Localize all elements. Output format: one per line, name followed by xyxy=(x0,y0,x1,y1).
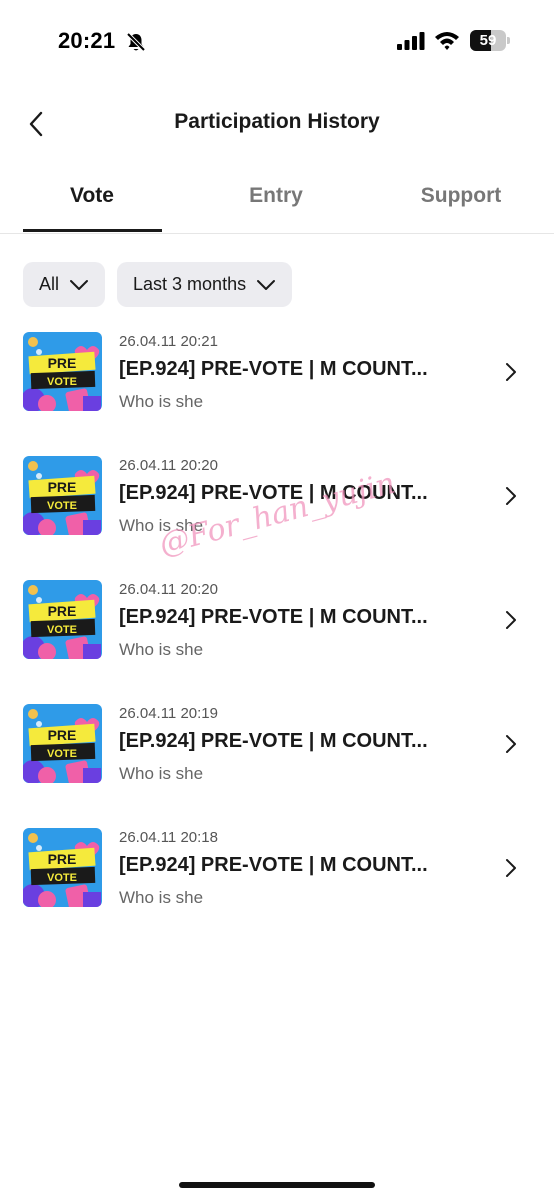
list-item[interactable]: PRE VOTE 26.04.11 20:19 [EP.924] PRE-VOTE… xyxy=(0,700,554,824)
pre-vote-thumbnail: PRE VOTE xyxy=(23,456,102,535)
pre-vote-artwork: PRE VOTE xyxy=(23,456,102,535)
type-filter-label: All xyxy=(39,274,60,294)
pre-vote-thumbnail: PRE VOTE xyxy=(23,332,102,411)
type-filter-dropdown[interactable]: All xyxy=(23,262,106,307)
pre-vote-artwork: PRE VOTE xyxy=(23,704,102,783)
pre-vote-artwork: PRE VOTE xyxy=(23,580,102,659)
tab-vote[interactable]: Vote xyxy=(0,184,184,208)
chevron-right-icon xyxy=(506,487,516,505)
item-subtitle: Who is she xyxy=(119,888,204,907)
chevron-down-icon xyxy=(70,279,89,290)
battery-level: 59 xyxy=(479,32,497,49)
item-title: [EP.924] PRE-VOTE | M COUNT... xyxy=(119,854,428,876)
tab-entry[interactable]: Entry xyxy=(184,184,368,208)
svg-text:PRE: PRE xyxy=(48,851,77,867)
svg-text:VOTE: VOTE xyxy=(47,376,77,388)
svg-text:VOTE: VOTE xyxy=(47,748,77,760)
history-list: PRE VOTE 26.04.11 20:21 [EP.924] PRE-VOTE… xyxy=(0,328,554,948)
svg-text:VOTE: VOTE xyxy=(47,500,77,512)
chevron-right-icon xyxy=(506,363,516,381)
svg-text:PRE: PRE xyxy=(48,479,77,495)
pre-vote-artwork: PRE VOTE xyxy=(23,332,102,411)
item-title: [EP.924] PRE-VOTE | M COUNT... xyxy=(119,606,428,628)
page-header: Participation History xyxy=(0,96,554,152)
svg-text:PRE: PRE xyxy=(48,355,77,371)
pre-vote-thumbnail: PRE VOTE xyxy=(23,704,102,783)
period-filter-dropdown[interactable]: Last 3 months xyxy=(117,262,293,307)
list-item[interactable]: PRE VOTE 26.04.11 20:21 [EP.924] PRE-VOTE… xyxy=(0,328,554,452)
bell-slash-icon xyxy=(126,32,146,52)
list-item[interactable]: PRE VOTE 26.04.11 20:20 [EP.924] PRE-VOTE… xyxy=(0,576,554,700)
period-filter-label: Last 3 months xyxy=(133,274,247,294)
battery-indicator: 59 xyxy=(470,30,510,51)
chevron-right-icon xyxy=(506,859,516,877)
page-title: Participation History xyxy=(174,110,380,133)
cellular-signal-icon xyxy=(397,32,425,50)
item-title: [EP.924] PRE-VOTE | M COUNT... xyxy=(119,358,428,380)
svg-text:VOTE: VOTE xyxy=(47,872,77,884)
pre-vote-artwork: PRE VOTE xyxy=(23,828,102,907)
item-date: 26.04.11 20:19 xyxy=(119,705,218,722)
pre-vote-thumbnail: PRE VOTE xyxy=(23,580,102,659)
list-item[interactable]: PRE VOTE 26.04.11 20:18 [EP.924] PRE-VOTE… xyxy=(0,824,554,948)
item-subtitle: Who is she xyxy=(119,392,204,411)
item-date: 26.04.11 20:21 xyxy=(119,333,218,350)
item-date: 26.04.11 20:20 xyxy=(119,581,218,598)
svg-text:PRE: PRE xyxy=(48,603,77,619)
item-subtitle: Who is she xyxy=(119,764,204,783)
item-date: 26.04.11 20:20 xyxy=(119,457,218,474)
tab-bar: Vote Entry Support xyxy=(0,170,554,234)
status-time: 20:21 xyxy=(58,28,116,53)
svg-text:PRE: PRE xyxy=(48,727,77,743)
pre-vote-thumbnail: PRE VOTE xyxy=(23,828,102,907)
chevron-down-icon xyxy=(257,279,276,290)
chevron-right-icon xyxy=(506,611,516,629)
status-bar: 20:21 59 xyxy=(0,0,554,84)
filter-bar: All Last 3 months xyxy=(23,262,293,307)
svg-text:VOTE: VOTE xyxy=(47,624,77,636)
item-title: [EP.924] PRE-VOTE | M COUNT... xyxy=(119,730,428,752)
chevron-right-icon xyxy=(506,735,516,753)
tab-support[interactable]: Support xyxy=(369,184,553,208)
item-date: 26.04.11 20:18 xyxy=(119,829,218,846)
wifi-icon xyxy=(435,32,459,50)
item-subtitle: Who is she xyxy=(119,640,204,659)
active-tab-indicator xyxy=(23,229,162,232)
home-indicator[interactable] xyxy=(179,1182,375,1188)
